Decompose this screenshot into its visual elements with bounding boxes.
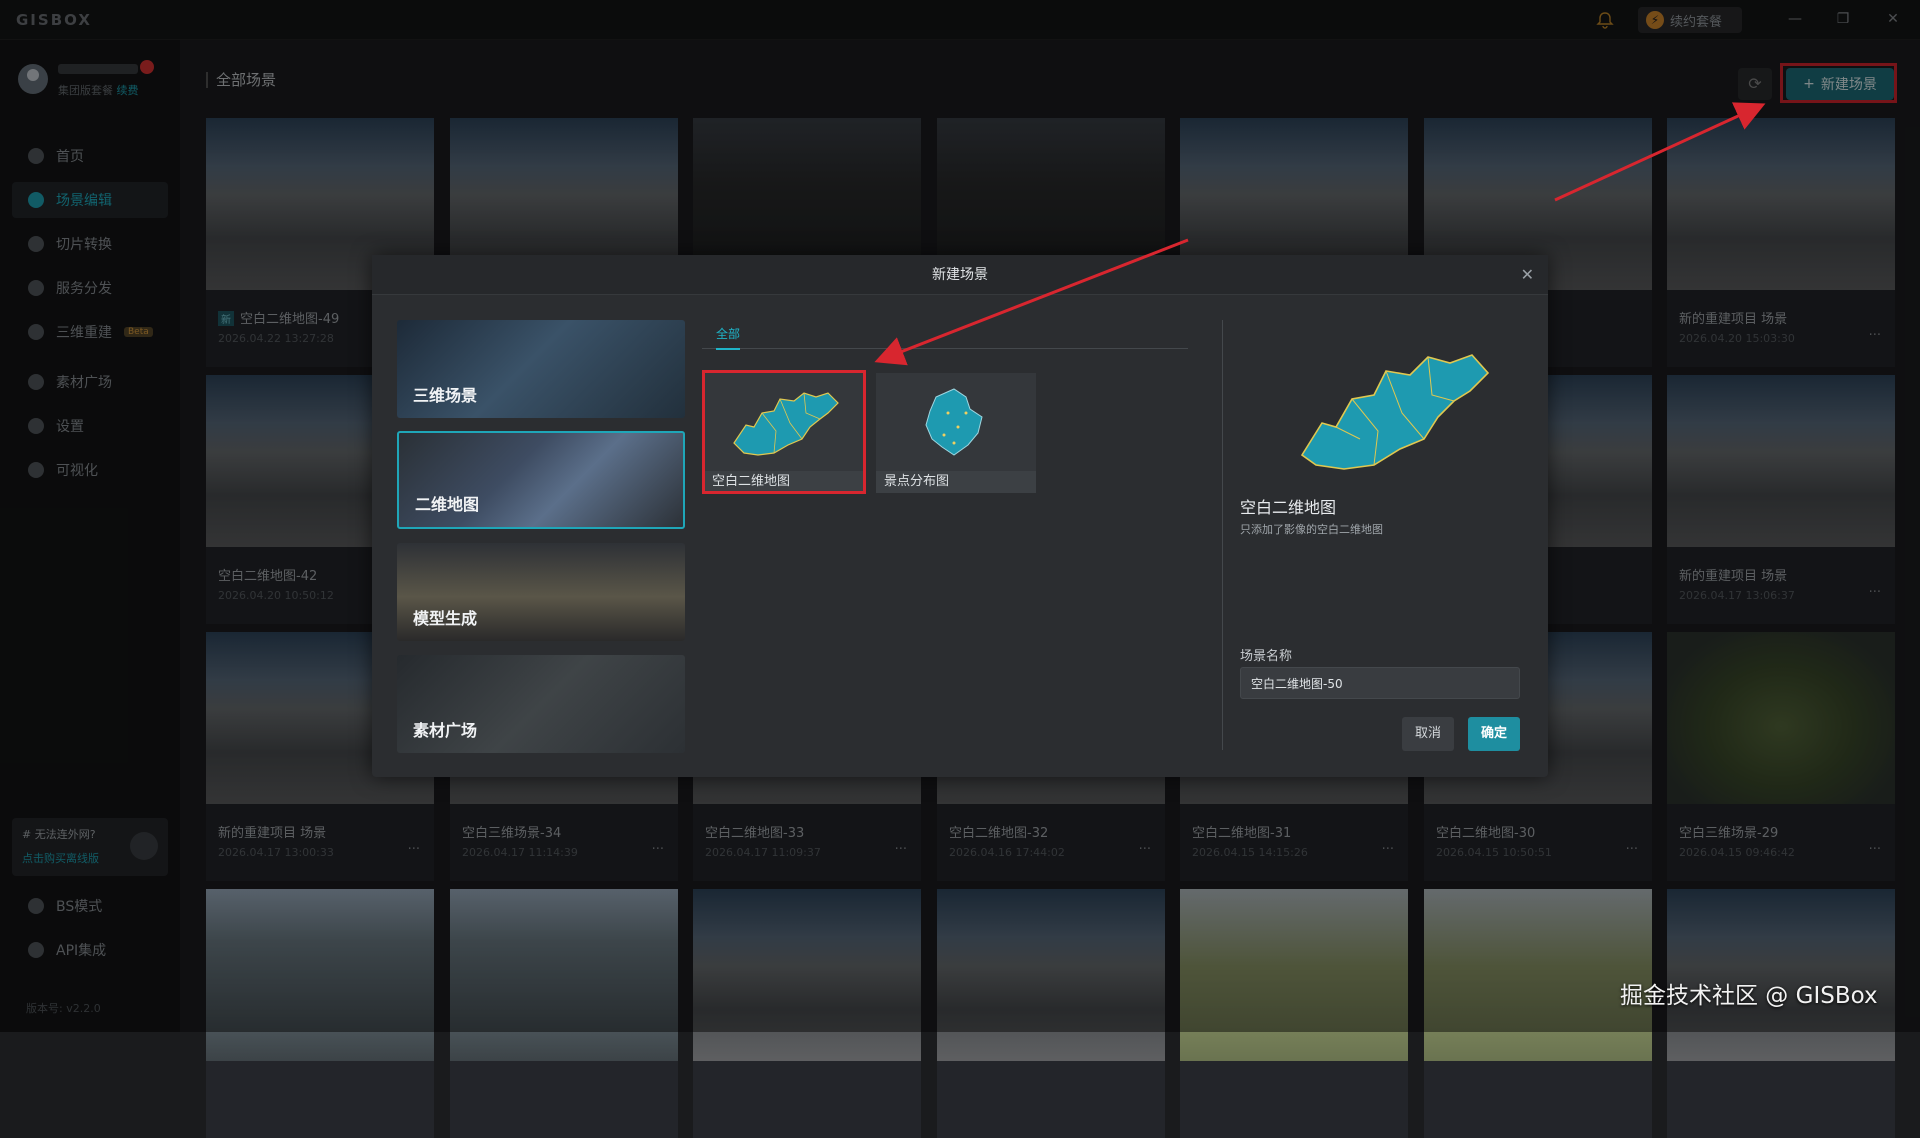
confirm-button[interactable]: 确定 <box>1468 717 1520 751</box>
category-label: 素材广场 <box>413 721 478 740</box>
tab-all[interactable]: 全部 <box>716 325 741 350</box>
category-model-gen[interactable]: 模型生成 <box>397 543 685 641</box>
category-label: 二维地图 <box>415 495 480 514</box>
preview-description: 只添加了影像的空白二维地图 <box>1240 523 1383 536</box>
category-label: 三维场景 <box>413 386 478 405</box>
dialog-title: 新建场景 <box>932 267 988 283</box>
new-scene-dialog: 新建场景 ✕ 三维场景 二维地图 模型生成 素材广场 全部 空白二维地图 景点分… <box>372 255 1548 777</box>
cancel-button[interactable]: 取消 <box>1402 717 1454 751</box>
category-3d-scene[interactable]: 三维场景 <box>397 320 685 418</box>
watermark: 掘金技术社区 @ GISBox <box>1620 983 1878 1009</box>
dialog-header: 新建场景 ✕ <box>372 255 1548 295</box>
template-label: 景点分布图 <box>876 471 1036 493</box>
scene-name-input[interactable] <box>1240 667 1520 699</box>
close-icon[interactable]: ✕ <box>1521 265 1534 285</box>
dialog-divider <box>1222 320 1223 750</box>
scenic-map-icon <box>925 388 983 456</box>
category-assets[interactable]: 素材广场 <box>397 655 685 753</box>
category-2d-map[interactable]: 二维地图 <box>397 431 685 529</box>
scene-name-label: 场景名称 <box>1240 649 1293 664</box>
category-label: 模型生成 <box>413 609 478 628</box>
template-tabs: 全部 <box>702 319 1188 350</box>
preview-title: 空白二维地图 <box>1240 498 1337 517</box>
highlight-box-template <box>702 370 866 494</box>
template-scenic-map[interactable]: 景点分布图 <box>876 373 1036 493</box>
preview-map-image <box>1300 354 1490 470</box>
